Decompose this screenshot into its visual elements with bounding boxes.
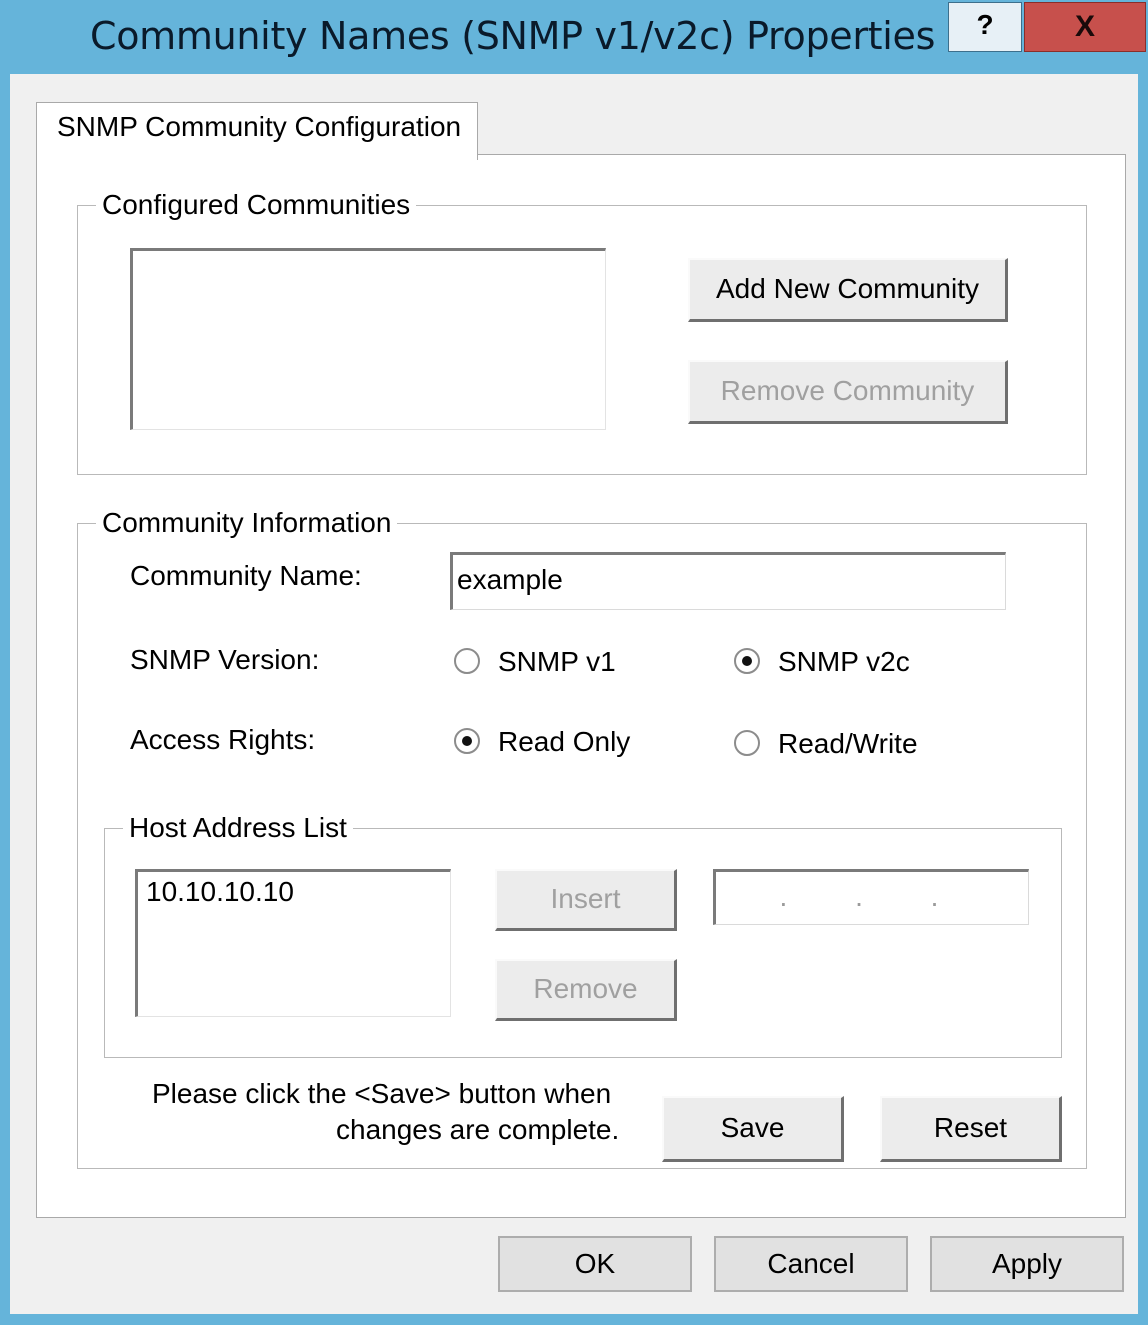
snmp-version-label: SNMP Version: xyxy=(130,644,320,675)
add-new-community-button[interactable]: Add New Community xyxy=(688,258,1008,322)
save-instruction-line1: Please click the <Save> button when xyxy=(152,1078,612,1109)
snmp-v2c-radio[interactable] xyxy=(734,648,760,674)
read-only-label[interactable]: Read Only xyxy=(498,726,630,758)
community-information-legend: Community Information xyxy=(96,506,398,540)
community-name-input[interactable]: example xyxy=(450,552,1006,610)
radio-selected-dot xyxy=(742,656,752,666)
close-button[interactable]: X xyxy=(1024,2,1146,52)
communities-listbox[interactable] xyxy=(130,248,606,430)
insert-button[interactable]: Insert xyxy=(495,869,677,931)
community-name-label: Community Name: xyxy=(130,560,362,591)
apply-button[interactable]: Apply xyxy=(930,1236,1124,1292)
community-information-group: Community Information Community Name: ex… xyxy=(77,506,1087,1169)
access-rights-label: Access Rights: xyxy=(130,724,316,755)
save-instruction-line2: changes are complete. xyxy=(336,1114,620,1145)
tab-panel: Configured Communities Add New Community… xyxy=(36,154,1126,1218)
snmp-v1-radio[interactable] xyxy=(454,648,480,674)
configured-communities-group: Configured Communities Add New Community… xyxy=(77,188,1087,475)
snmp-v1-label[interactable]: SNMP v1 xyxy=(498,646,616,678)
configured-communities-legend: Configured Communities xyxy=(96,188,417,222)
remove-community-button[interactable]: Remove Community xyxy=(688,360,1008,424)
snmp-v2c-label[interactable]: SNMP v2c xyxy=(778,646,910,678)
host-address-list-group: Host Address List 10.10.10.10 Insert Rem… xyxy=(104,811,1062,1058)
cancel-button[interactable]: Cancel xyxy=(714,1236,908,1292)
read-write-label[interactable]: Read/Write xyxy=(778,728,918,760)
dialog-window: Community Names (SNMP v1/v2c) Properties… xyxy=(0,0,1148,1325)
host-address-list-legend: Host Address List xyxy=(123,811,353,845)
remove-host-button[interactable]: Remove xyxy=(495,959,677,1021)
ip-address-input[interactable]: . . . xyxy=(713,869,1029,925)
reset-button[interactable]: Reset xyxy=(880,1096,1062,1162)
save-button[interactable]: Save xyxy=(662,1096,844,1162)
help-button[interactable]: ? xyxy=(948,2,1022,52)
host-address-listbox[interactable]: 10.10.10.10 xyxy=(135,869,451,1017)
dialog-client-area: SNMP Community Configuration Configured … xyxy=(10,74,1138,1314)
read-only-radio[interactable] xyxy=(454,728,480,754)
ok-button[interactable]: OK xyxy=(498,1236,692,1292)
tab-snmp-community-configuration[interactable]: SNMP Community Configuration xyxy=(36,102,478,160)
read-write-radio[interactable] xyxy=(734,730,760,756)
host-address-item[interactable]: 10.10.10.10 xyxy=(146,876,442,908)
radio-selected-dot xyxy=(462,736,472,746)
window-title: Community Names (SNMP v1/v2c) Properties xyxy=(90,14,936,58)
